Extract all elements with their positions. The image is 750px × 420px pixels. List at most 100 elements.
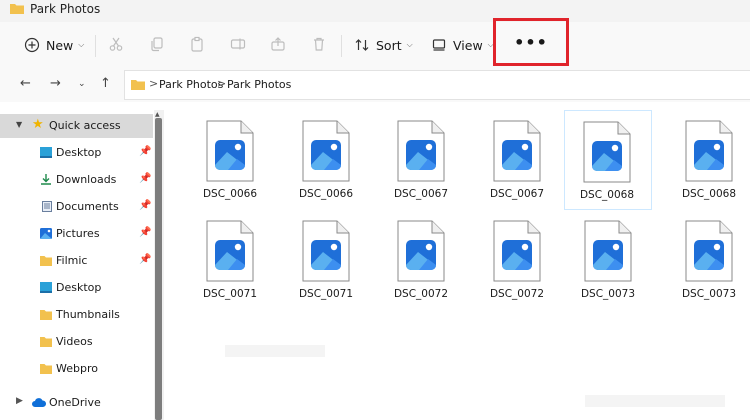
rename-button[interactable] (228, 34, 248, 54)
file-item[interactable]: DSC_0068 (564, 110, 652, 210)
sort-label: Sort (376, 37, 402, 53)
file-item[interactable]: DSC_0073 (566, 210, 646, 310)
see-more-button[interactable]: ••• (493, 18, 569, 66)
file-name: DSC_0071 (202, 288, 258, 300)
sidebar-item-documents[interactable]: Documents 📌 (0, 195, 153, 219)
file-item[interactable]: DSC_0066 (188, 110, 268, 210)
sidebar-item-onedrive[interactable]: ▶ OneDrive (0, 391, 153, 415)
cut-icon (109, 37, 123, 51)
up-arrow-icon[interactable]: ↑ (100, 76, 111, 91)
sidebar-scroll-thumb[interactable] (155, 118, 162, 420)
chevron-down-icon: ⌵ (78, 40, 85, 49)
downloads-icon (41, 174, 51, 185)
cut-button[interactable] (106, 34, 126, 54)
image-file-icon (685, 220, 733, 282)
view-button[interactable]: View ⌵ (432, 22, 494, 68)
view-label: View (453, 37, 483, 53)
navigation-pane: ▼ ★ Quick access Desktop 📌 Downloads 📌 D… (0, 110, 153, 420)
sidebar-item-thumbnails[interactable]: Thumbnails (0, 303, 153, 327)
image-file-icon (206, 120, 254, 182)
sidebar-item-label: Documents (56, 200, 119, 213)
back-arrow-icon[interactable]: ← (20, 76, 31, 91)
pin-icon: 📌 (139, 146, 152, 157)
share-button[interactable] (268, 34, 288, 54)
folder-icon (10, 4, 24, 14)
address-bar[interactable]: > Park Photos > Park Photos (124, 70, 750, 100)
sidebar-item-filmic[interactable]: Filmic 📌 (0, 249, 153, 273)
image-file-icon (397, 220, 445, 282)
view-icon (432, 39, 446, 51)
share-icon (271, 37, 285, 51)
file-name: DSC_0073 (681, 288, 737, 300)
new-button[interactable]: New ⌵ (24, 22, 84, 68)
file-item[interactable]: DSC_0072 (475, 210, 555, 310)
file-item[interactable]: DSC_0071 (284, 210, 364, 310)
copy-icon (151, 37, 163, 52)
image-file-icon (685, 120, 733, 182)
image-file-icon (206, 220, 254, 282)
file-name: DSC_0073 (580, 288, 636, 300)
file-name: DSC_0066 (202, 188, 258, 200)
file-name: DSC_0071 (298, 288, 354, 300)
sidebar-item-webpro[interactable]: Webpro (0, 357, 153, 381)
documents-icon (42, 201, 52, 212)
sidebar-item-desktop[interactable]: Desktop (0, 276, 153, 300)
scroll-up-arrow-icon[interactable]: ▲ (155, 111, 160, 118)
file-name: DSC_0066 (298, 188, 354, 200)
pin-icon: 📌 (139, 200, 152, 211)
file-item[interactable]: DSC_0067 (379, 110, 459, 210)
chevron-down-icon: ⌵ (406, 40, 413, 49)
sort-button[interactable]: Sort ⌵ (354, 22, 413, 68)
toolbar-divider (95, 35, 96, 57)
folder-icon (40, 337, 52, 347)
pictures-icon (40, 228, 52, 239)
paste-icon (191, 36, 203, 52)
sidebar-item-desktop[interactable]: Desktop 📌 (0, 141, 153, 165)
folder-icon (131, 80, 145, 90)
rename-icon (230, 38, 246, 50)
star-icon: ★ (32, 117, 44, 132)
sidebar-item-label: Thumbnails (56, 308, 120, 321)
sidebar-item-videos[interactable]: Videos (0, 330, 153, 354)
breadcrumb-item[interactable]: Park Photos (159, 78, 223, 91)
pin-icon: 📌 (139, 173, 152, 184)
sidebar-item-label: Quick access (49, 119, 121, 132)
file-item[interactable]: DSC_0072 (379, 210, 459, 310)
toolbar-divider (341, 35, 342, 57)
sidebar-item-quick-access[interactable]: ▼ ★ Quick access (0, 114, 153, 138)
sort-icon (355, 39, 369, 51)
image-file-icon (493, 220, 541, 282)
sidebar-item-label: Downloads (56, 173, 117, 186)
forward-arrow-icon[interactable]: → (50, 76, 61, 91)
image-file-icon (302, 120, 350, 182)
file-item[interactable]: DSC_0067 (475, 110, 555, 210)
title-bar: Park Photos (0, 0, 750, 22)
window-title: Park Photos (30, 2, 101, 16)
folder-icon (40, 310, 52, 320)
paste-button[interactable] (187, 34, 207, 54)
file-item[interactable]: DSC_0071 (188, 210, 268, 310)
delete-button[interactable] (309, 34, 329, 54)
file-name: DSC_0068 (681, 188, 737, 200)
breadcrumb-item[interactable]: Park Photos (227, 78, 291, 91)
file-name: DSC_0067 (489, 188, 545, 200)
sidebar-item-label: Filmic (56, 254, 88, 267)
file-item[interactable]: DSC_0073 (667, 210, 747, 310)
folder-icon (40, 256, 52, 266)
file-name: DSC_0068 (579, 189, 635, 201)
image-file-icon (397, 120, 445, 182)
file-item[interactable]: DSC_0068 (667, 110, 747, 210)
image-file-icon (584, 220, 632, 282)
file-name: DSC_0067 (393, 188, 449, 200)
file-name: DSC_0072 (489, 288, 545, 300)
new-label: New (46, 37, 74, 53)
expand-arrow-icon[interactable]: ▼ (16, 120, 22, 129)
file-item[interactable]: DSC_0066 (284, 110, 364, 210)
expand-arrow-icon[interactable]: ▶ (16, 396, 23, 406)
sidebar-item-pictures[interactable]: Pictures 📌 (0, 222, 153, 246)
onedrive-cloud-icon (32, 398, 46, 407)
recent-locations-chevron-icon[interactable]: ⌄ (78, 79, 86, 89)
copy-button[interactable] (147, 34, 167, 54)
sidebar-item-downloads[interactable]: Downloads 📌 (0, 168, 153, 192)
folder-icon (40, 364, 52, 374)
